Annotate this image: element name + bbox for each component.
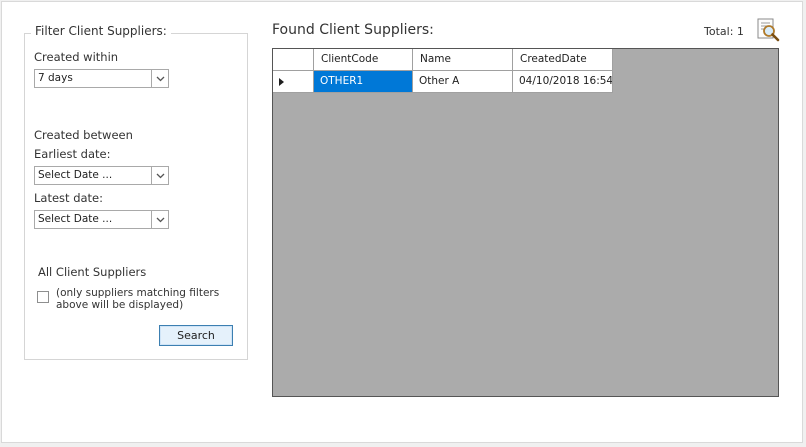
earliest-date-dropdown[interactable]: Select Date ...	[34, 166, 169, 185]
column-header-createddate[interactable]: CreatedDate	[513, 49, 613, 71]
cell-name[interactable]: Other A	[413, 71, 513, 93]
all-client-suppliers-checkbox[interactable]	[37, 291, 49, 303]
table-row[interactable]: OTHER1 Other A 04/10/2018 16:54	[273, 71, 613, 93]
created-between-label: Created between	[34, 128, 133, 142]
total-count: Total: 1	[704, 25, 744, 38]
latest-date-dropdown[interactable]: Select Date ...	[34, 210, 169, 229]
results-grid[interactable]: ClientCode Name CreatedDate OTHER1 Other…	[272, 48, 779, 397]
cell-createddate[interactable]: 04/10/2018 16:54	[513, 71, 613, 93]
column-header-name[interactable]: Name	[413, 49, 513, 71]
chevron-down-icon[interactable]	[151, 211, 168, 228]
current-row-arrow-icon	[279, 78, 284, 86]
created-within-label: Created within	[34, 50, 119, 64]
chevron-down-icon[interactable]	[151, 167, 168, 184]
earliest-date-label: Earliest date:	[34, 147, 111, 161]
all-note-line1: (only suppliers matching filters	[56, 287, 220, 299]
search-button[interactable]: Search	[159, 325, 233, 346]
created-within-dropdown[interactable]: 7 days	[34, 69, 169, 88]
results-title: Found Client Suppliers:	[272, 22, 434, 38]
row-header-cell[interactable]	[273, 71, 314, 93]
all-client-suppliers-label: All Client Suppliers	[38, 265, 147, 279]
column-header-clientcode[interactable]: ClientCode	[314, 49, 413, 71]
filter-group-title: Filter Client Suppliers:	[31, 24, 171, 38]
chevron-down-icon[interactable]	[151, 70, 168, 87]
latest-date-value: Select Date ...	[38, 213, 113, 225]
earliest-date-value: Select Date ...	[38, 169, 113, 181]
grid-header-row: ClientCode Name CreatedDate	[273, 49, 613, 71]
all-note-line2: above will be displayed)	[56, 299, 184, 311]
magnifier-document-icon[interactable]	[755, 17, 781, 43]
cell-clientcode[interactable]: OTHER1	[314, 71, 413, 93]
grid-corner-cell[interactable]	[273, 49, 314, 71]
created-within-value: 7 days	[38, 72, 73, 84]
latest-date-label: Latest date:	[34, 191, 103, 205]
